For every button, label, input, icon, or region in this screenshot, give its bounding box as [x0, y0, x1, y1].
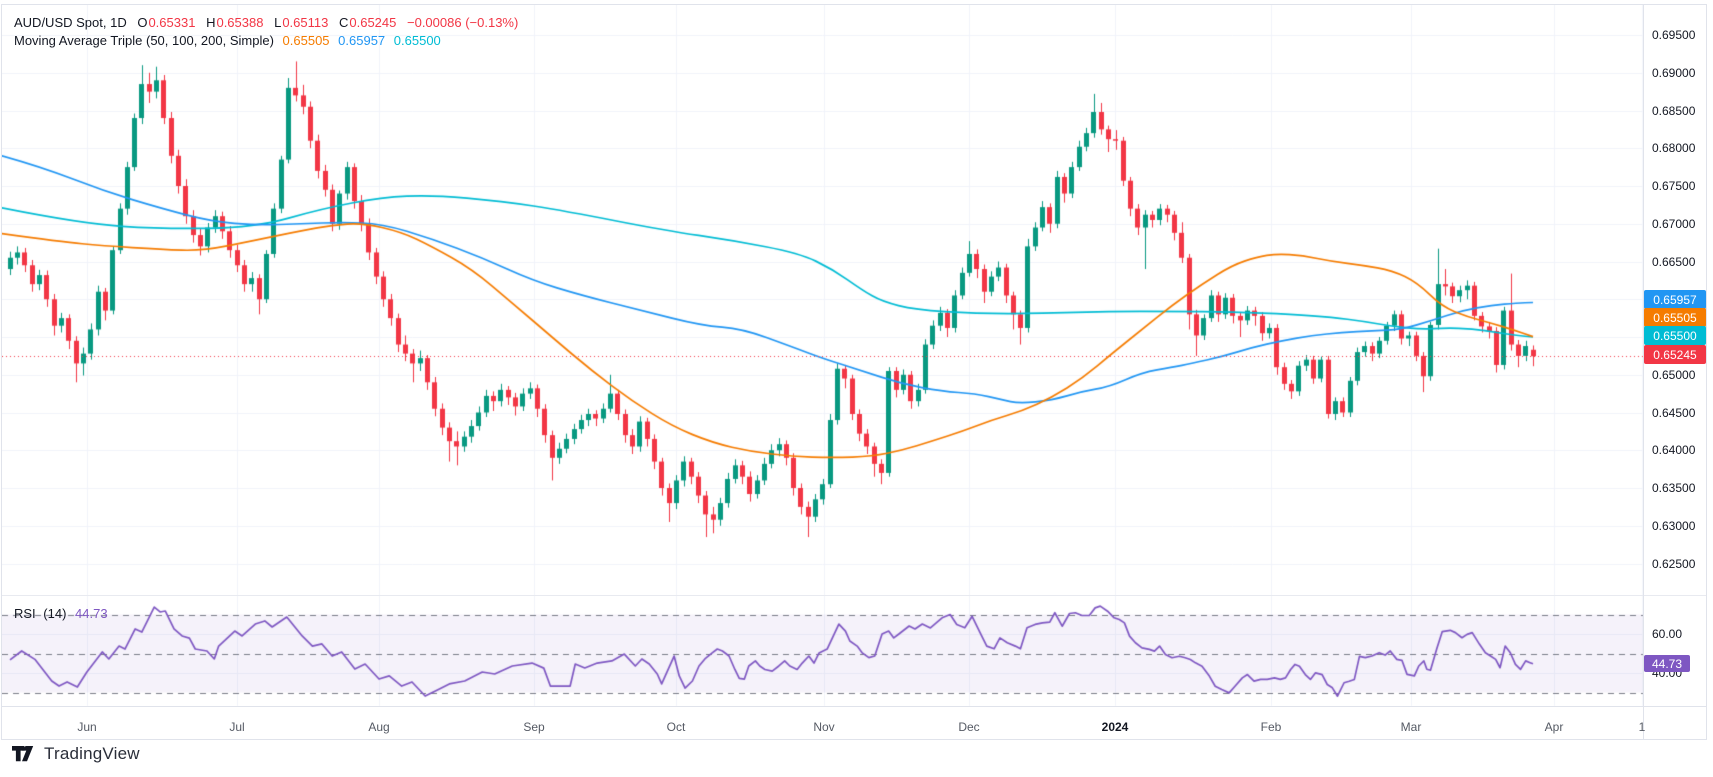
ohlc-low-value: 0.65113 [282, 15, 328, 30]
rsi-axis-label: 60.00 [1652, 627, 1682, 641]
ohlc-close-label: C [339, 15, 348, 30]
chart-frame: AUD/USD Spot, 1D O0.65331 H0.65388 L0.65… [1, 4, 1707, 740]
last-price-badge: 0.65245 [1644, 345, 1706, 364]
symbol-title[interactable]: AUD/USD Spot, 1D [14, 15, 127, 30]
price-axis-label: 0.68000 [1652, 141, 1695, 155]
price-axis-label: 0.66500 [1652, 255, 1695, 269]
price-axis-label: 0.67000 [1652, 217, 1695, 231]
ohlc-high-label: H [206, 15, 215, 30]
time-axis-label-Feb: Feb [1261, 720, 1282, 734]
time-axis-label-Jun: Jun [77, 720, 96, 734]
footer: TradingView [12, 744, 140, 764]
price-axis-label: 0.63500 [1652, 481, 1695, 495]
tradingview-logo[interactable] [12, 746, 37, 762]
time-axis-label-Oct: Oct [667, 720, 686, 734]
time-axis-label-1: 1 [1639, 720, 1646, 734]
price-axis-label: 0.69500 [1652, 28, 1695, 42]
price-axis-label: 0.69000 [1652, 66, 1695, 80]
price-axis-border [1643, 5, 1644, 739]
time-axis-label-Mar: Mar [1401, 720, 1422, 734]
rsi-value-badge: 44.73 [1644, 655, 1690, 672]
time-axis-label-Sep: Sep [523, 720, 544, 734]
time-axis-label-2024: 2024 [1102, 720, 1129, 734]
ohlc-open-value: 0.65331 [148, 15, 195, 30]
time-axis-label-Nov: Nov [813, 720, 834, 734]
rsi-legend-params: (14) [43, 606, 66, 621]
price-axis-label: 0.65000 [1652, 368, 1695, 382]
change-value: −0.00086 (−0.13%) [407, 15, 518, 30]
symbol-legend: AUD/USD Spot, 1D O0.65331 H0.65388 L0.65… [14, 14, 518, 31]
sma50-price-badge: 0.65505 [1644, 308, 1706, 327]
sma100-value: 0.65957 [338, 33, 385, 48]
ma-indicator-legend: Moving Average Triple (50, 100, 200, Sim… [14, 32, 441, 49]
tradingview-chart-widget: AUD/USD Spot, 1D O0.65331 H0.65388 L0.65… [0, 0, 1713, 777]
time-axis-label-Aug: Aug [368, 720, 389, 734]
time-axis-label-Dec: Dec [958, 720, 979, 734]
ohlc-close-value: 0.65245 [349, 15, 396, 30]
price-axis-label: 0.64500 [1652, 406, 1695, 420]
price-axis-label: 0.64000 [1652, 443, 1695, 457]
rsi-legend-title[interactable]: RSI [14, 606, 36, 621]
sma200-price-badge: 0.65500 [1644, 326, 1706, 345]
price-axis-label: 0.67500 [1652, 179, 1695, 193]
ohlc-open-label: O [137, 15, 147, 30]
pane-separator[interactable] [2, 595, 1706, 596]
brand-name[interactable]: TradingView [44, 744, 140, 764]
time-axis-label-Apr: Apr [1545, 720, 1564, 734]
price-axis-label: 0.63000 [1652, 519, 1695, 533]
sma50-value: 0.65505 [283, 33, 330, 48]
time-axis-border [2, 706, 1706, 707]
price-axis-label: 0.62500 [1652, 557, 1695, 571]
ohlc-low-label: L [274, 15, 281, 30]
price-chart-canvas[interactable] [2, 5, 1706, 739]
rsi-indicator-legend: RSI (14) 44.73 [14, 605, 108, 622]
price-axis-label: 0.68500 [1652, 104, 1695, 118]
rsi-legend-value: 44.73 [75, 606, 108, 621]
sma100-price-badge: 0.65957 [1644, 290, 1706, 309]
sma200-value: 0.65500 [394, 33, 441, 48]
time-axis-label-Jul: Jul [229, 720, 244, 734]
ohlc-high-value: 0.65388 [216, 15, 263, 30]
ma-legend-title[interactable]: Moving Average Triple (50, 100, 200, Sim… [14, 33, 274, 48]
